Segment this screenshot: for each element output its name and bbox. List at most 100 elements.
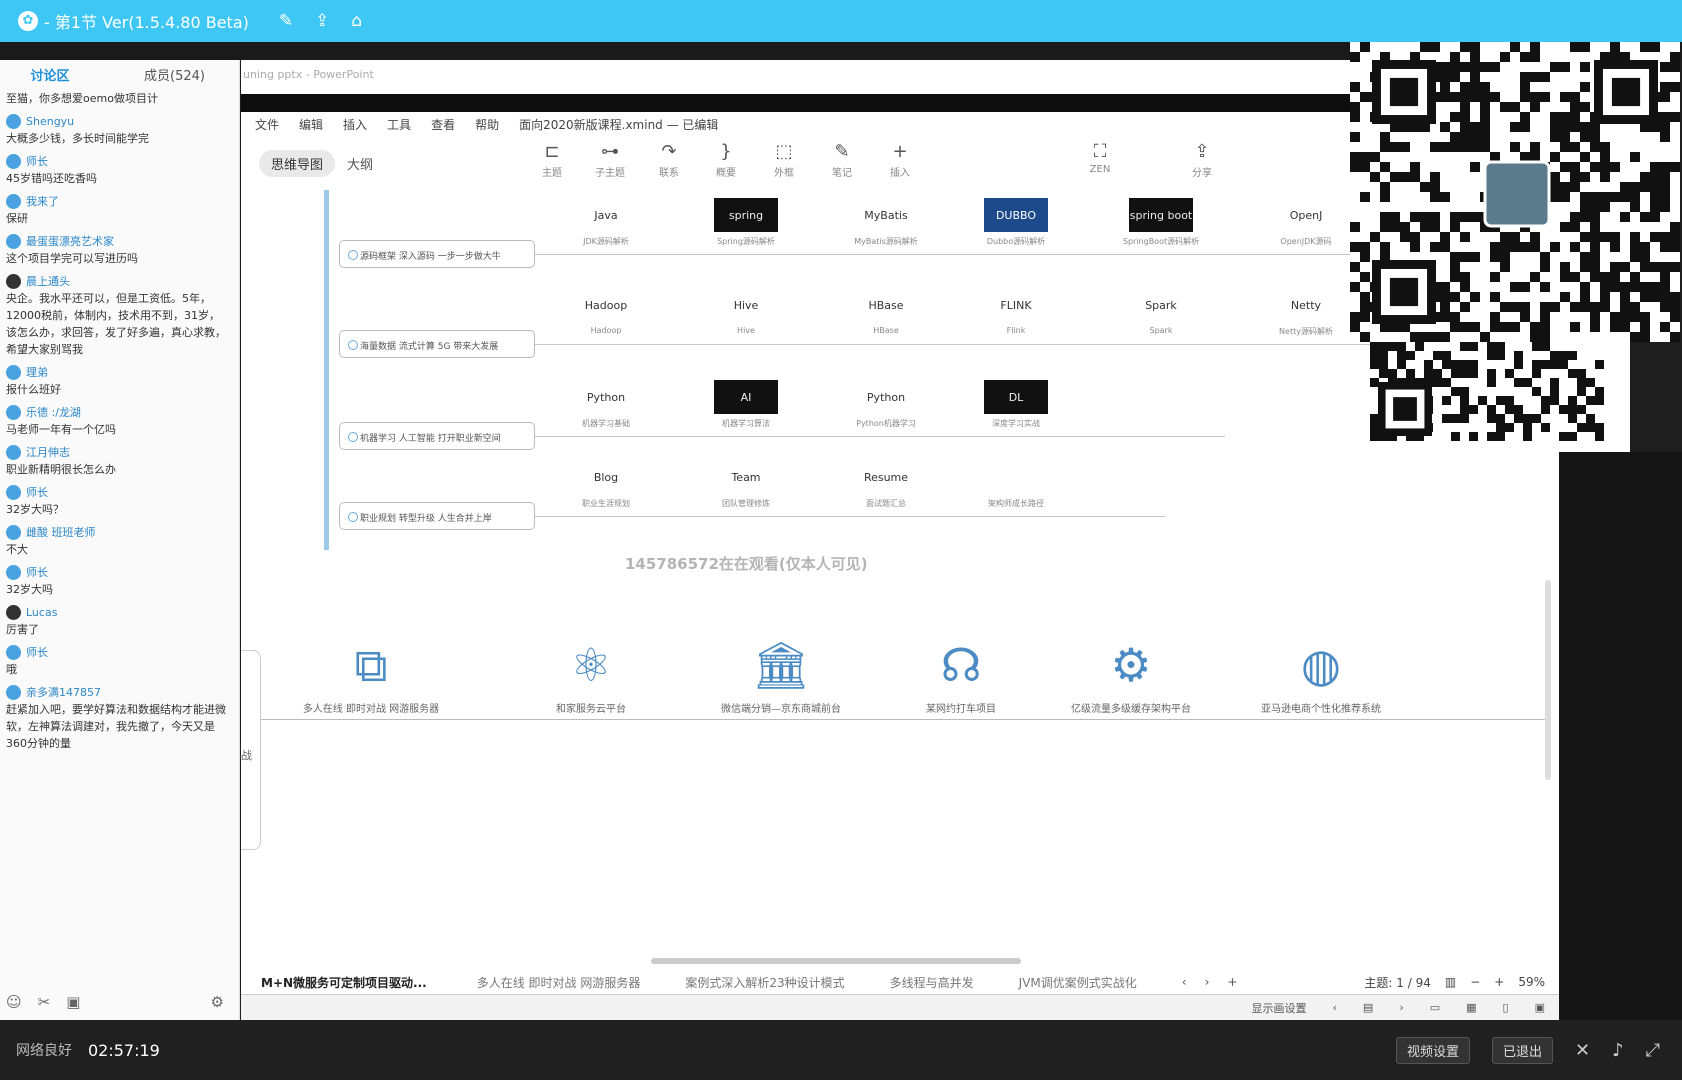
video-settings-button[interactable]: 视频设置 [1395,1036,1470,1064]
book-icon[interactable]: ▥ [1445,975,1456,989]
topic-thumbnail[interactable]: Team 团队管理修炼 [691,460,801,509]
project-item[interactable]: ⚛ 和家服务云平台 [491,630,691,715]
zoom-out-icon[interactable]: − [1470,975,1480,989]
next-sheet-icon[interactable]: › [1205,975,1210,989]
message-author[interactable]: 师长 [6,643,240,661]
sheet-tab-active[interactable]: M+N微服务可定制项目驱动... [261,974,427,991]
next-page-icon[interactable]: › [1399,1001,1403,1014]
menu-item[interactable]: 插入 [343,116,367,133]
project-item[interactable]: ⧉ 多人在线 即时对战 网游服务器 [271,630,471,715]
message-author[interactable]: 师长 [6,563,240,581]
menu-item[interactable]: 帮助 [475,116,499,133]
tool-insert[interactable]: + 插入 [877,140,923,179]
tool-share[interactable]: ⇪ 分享 [1179,140,1225,179]
settings-icon[interactable]: ⚙ [211,993,224,1011]
branch-node[interactable]: 机器学习 人工智能 打开职业新空间 [339,422,535,450]
tool-relation[interactable]: ↷ 联系 [646,140,692,179]
message-author[interactable]: 雌酸 班班老师 [6,523,240,541]
qr-module [1460,102,1470,112]
qr-module [1520,52,1530,62]
topic-thumbnail[interactable]: Blog 职业生涯规划 [551,460,661,509]
message-author[interactable]: 江月伸志 [6,443,240,461]
topic-thumbnail[interactable]: spring boot SpringBoot源码解析 [1106,198,1216,247]
edit-icon[interactable]: ✎ [279,11,293,31]
topic-thumbnail[interactable]: Netty Netty源码解析 [1251,288,1361,337]
avatar [6,644,21,660]
fullscreen-icon[interactable]: ⤢ [1646,1040,1660,1061]
vertical-scrollbar[interactable] [1545,580,1551,780]
tab-members[interactable]: 成员(524) [144,65,205,84]
menu-item[interactable]: 查看 [431,116,455,133]
grid-icon[interactable]: ▦ [1466,1001,1476,1014]
menu-item[interactable]: 工具 [387,116,411,133]
topic-thumbnail[interactable]: Hadoop Hadoop [551,288,661,336]
message-author[interactable]: 最蛋蛋漂亮艺术家 [6,232,240,250]
zoom-in-icon[interactable]: + [1494,975,1504,989]
display-settings[interactable]: 显示画设置 [1252,1000,1307,1016]
topic-thumbnail[interactable]: DL 深度学习实战 [961,380,1071,429]
topic-thumbnail[interactable]: Python 机器学习基础 [551,380,661,429]
topic-thumbnail[interactable]: AI 机器学习算法 [691,380,801,429]
layout-icon[interactable]: ▭ [1430,1001,1440,1014]
sheet-tab[interactable]: JVM调优案例式实战化 [1019,974,1137,991]
tool-boundary[interactable]: ⬚ 外框 [761,140,807,179]
page-icon[interactable]: ▤ [1363,1001,1373,1014]
message-author[interactable]: 我来了 [6,192,240,210]
topic-thumbnail[interactable]: HBase HBase [831,288,941,336]
message-author[interactable]: 亲多满147857 [6,683,240,701]
add-sheet-icon[interactable]: + [1227,975,1237,989]
topic-thumbnail[interactable]: MyBatis MyBatis源码解析 [831,198,941,247]
topic-thumbnail[interactable]: spring Spring源码解析 [691,198,801,247]
message-author[interactable]: Lucas [6,603,240,621]
qr-module [1380,142,1390,152]
message-author[interactable]: 师长 [6,483,240,501]
message-author[interactable]: 乐德 :/龙湖 [6,403,240,421]
branch-node[interactable]: 海量数据 流式计算 5G 带来大发展 [339,330,535,358]
menu-item[interactable]: 编辑 [299,116,323,133]
message-author[interactable]: 师长 [6,152,240,170]
topic-thumbnail[interactable]: 架构师成长路径 [961,460,1071,509]
sheet-tab[interactable]: 案例式深入解析23种设计模式 [685,974,844,991]
qr-module [1580,82,1590,92]
tool-summary[interactable]: } 概要 [703,140,749,179]
tool-subtopic[interactable]: ⊶ 子主题 [587,140,633,179]
mic-muted-icon[interactable]: ✕ [1575,1040,1590,1061]
menu-item[interactable]: 文件 [255,116,279,133]
message-list[interactable]: 至猫，你多想爱oemo做项目计 Shengyu 大概多少钱，多长时间能学完 师长 45岁… [0,90,240,945]
share-out-icon[interactable]: ⇪ [315,11,329,31]
exit-button[interactable]: 已退出 [1491,1036,1553,1064]
volume-icon[interactable]: ♪ [1612,1040,1624,1061]
tool-note[interactable]: ✎ 笔记 [819,140,865,179]
horizontal-scrollbar[interactable] [651,958,1021,964]
branch-node[interactable]: 源码框架 深入源码 一步一步做大牛 [339,240,535,268]
topic-thumbnail[interactable]: Spark Spark [1106,288,1216,336]
topic-thumbnail[interactable]: Resume 面试题汇总 [831,460,941,509]
topic-thumbnail[interactable]: FLINK Flink [961,288,1071,336]
sheet-tab[interactable]: 多人在线 即时对战 网游服务器 [477,974,641,991]
project-item[interactable]: 🏛 微信端分销—京东商城前台 [681,630,881,715]
message-author[interactable]: 晨上通头 [6,272,240,290]
message-author[interactable]: Shengyu [6,112,240,130]
topic-thumbnail[interactable]: Java JDK源码解析 [551,198,661,247]
topic-thumbnail[interactable]: DUBBO Dubbo源码解析 [961,198,1071,247]
zoom-level[interactable]: 59% [1518,975,1545,989]
message-author[interactable]: 理弟 [6,363,240,381]
project-item[interactable]: ◍ 亚马逊电商个性化推荐系统 [1221,630,1421,715]
tool-topic[interactable]: ⊏ 主题 [529,140,575,179]
project-item[interactable]: ⚙ 亿级流量多级缓存架构平台 [1031,630,1231,715]
sheet-tab[interactable]: 多线程与高并发 [890,974,974,991]
emoji-icon[interactable]: ☺ [6,993,22,1011]
image-icon[interactable]: ▣ [66,993,80,1011]
prev-sheet-icon[interactable]: ‹ [1182,975,1187,989]
topic-thumbnail[interactable]: Python Python机器学习 [831,380,941,429]
prev-page-icon[interactable]: ‹ [1333,1001,1337,1014]
tab-discussion[interactable]: 讨论区 [0,65,100,84]
topic-thumbnail[interactable]: Hive Hive [691,288,801,336]
branch-node[interactable]: 职业规划 转型升级 人生合并上岸 [339,502,535,530]
topic-thumbnail[interactable]: OpenJ OpenJDK源码 [1251,198,1361,247]
reading-icon[interactable]: ▯ [1503,1001,1509,1014]
fit-icon[interactable]: ▣ [1535,1001,1545,1014]
tool-zen[interactable]: ⛶ ZEN [1077,140,1123,175]
home-icon[interactable]: ⌂ [351,11,362,31]
scissors-icon[interactable]: ✂ [38,993,51,1011]
